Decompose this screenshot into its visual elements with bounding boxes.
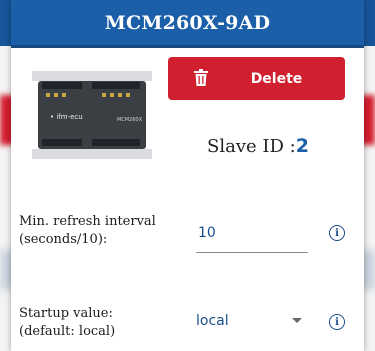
device-terminal (92, 82, 140, 89)
delete-button-label: Delete (250, 70, 303, 87)
device-top-rail (32, 71, 152, 81)
startup-label-line2: (default: local) (19, 324, 116, 339)
device-pin (110, 93, 114, 97)
chevron-down-icon (292, 318, 302, 323)
info-icon[interactable]: i (329, 314, 345, 330)
device-pin (102, 93, 106, 97)
slave-id-value: 2 (295, 135, 309, 157)
startup-value-label: Startup value: (default: local) (19, 305, 115, 341)
refresh-label-line1: Min. refresh interval (19, 214, 156, 229)
device-pin (62, 93, 66, 97)
device-dialog: MCM260X-9AD • ifm-ecu MCM260X Delete Sla… (11, 0, 364, 351)
device-pin (46, 93, 50, 97)
device-pin (118, 93, 122, 97)
device-pin (126, 93, 130, 97)
startup-label-line1: Startup value: (19, 306, 113, 321)
device-label: MCM260X (116, 117, 142, 123)
device-bottom-rail (32, 149, 152, 159)
startup-value-select[interactable]: local (196, 306, 308, 336)
delete-button[interactable]: Delete (168, 57, 345, 100)
device-terminal (92, 139, 140, 146)
device-image: • ifm-ecu MCM260X (32, 69, 152, 161)
startup-selected-value: local (196, 313, 229, 329)
refresh-interval-input[interactable] (196, 213, 308, 253)
info-icon[interactable]: i (329, 225, 345, 241)
dialog-title: MCM260X-9AD (11, 0, 364, 48)
device-terminal (42, 139, 82, 146)
device-pin (54, 93, 58, 97)
refresh-interval-label: Min. refresh interval (seconds/10): (19, 213, 156, 249)
slave-id-label: Slave ID : (207, 136, 296, 157)
slave-id: Slave ID :2 (207, 135, 309, 157)
device-logo: • ifm-ecu (50, 113, 83, 121)
device-terminal (42, 82, 82, 89)
refresh-label-line2: (seconds/10): (19, 232, 108, 247)
